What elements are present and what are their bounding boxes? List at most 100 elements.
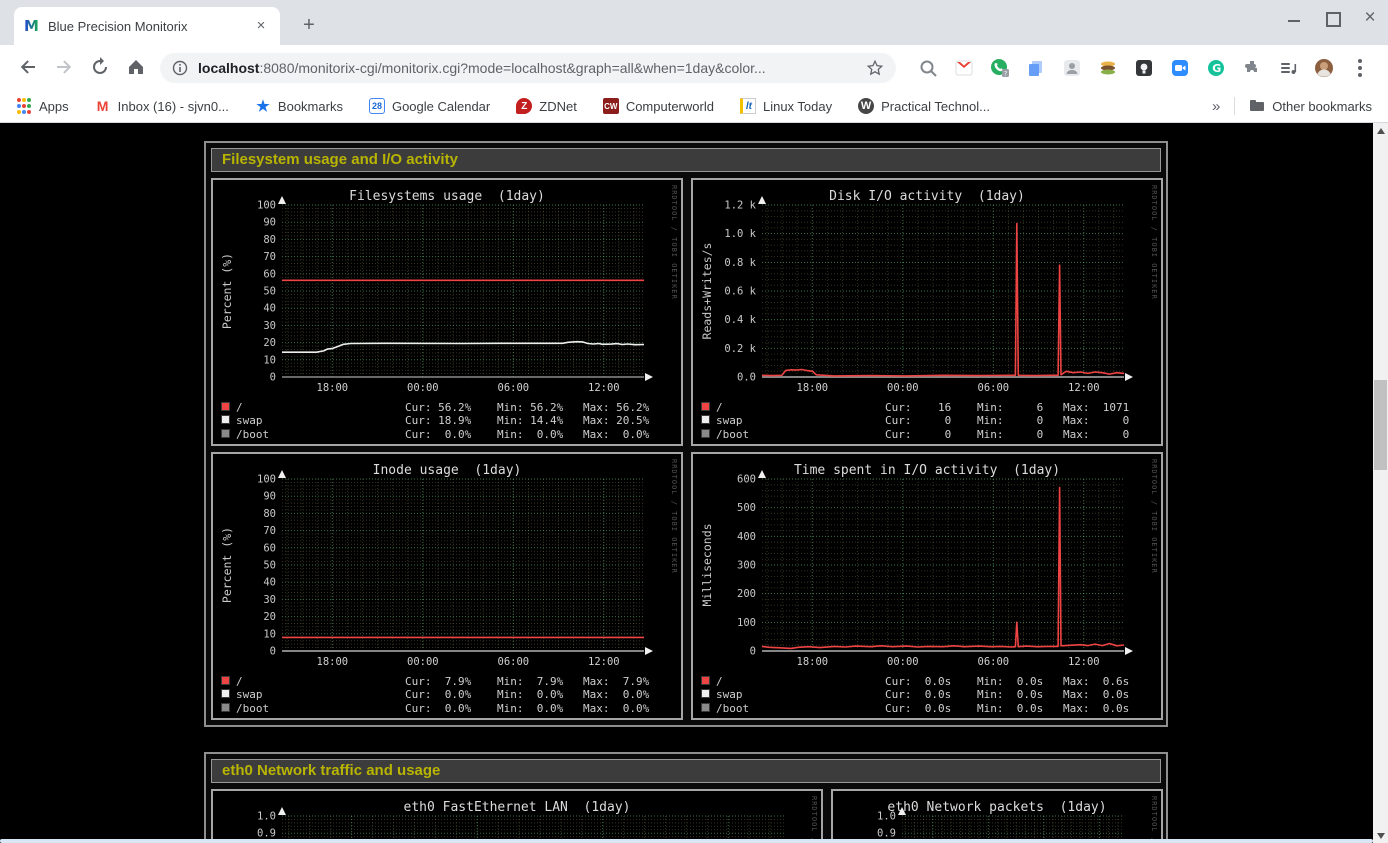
legend-name: /: [236, 401, 243, 414]
legend-name: /boot: [236, 702, 269, 715]
bookmark-item-wordpress[interactable]: WPractical Technol...: [858, 98, 990, 114]
bookmark-item-lt[interactable]: ltLinux Today: [740, 98, 832, 114]
url-text[interactable]: localhost:8080/monitorix-cgi/monitorix.c…: [198, 60, 866, 76]
legend-min: Min: 0.0%: [497, 428, 563, 441]
scrollbar-up-arrow[interactable]: [1373, 123, 1388, 138]
legend-row: /Cur: 56.2%Min: 56.2%Max: 56.2%: [213, 401, 681, 414]
legend-swatch: [701, 429, 710, 438]
svg-text:00:00: 00:00: [887, 382, 919, 394]
other-bookmarks-button[interactable]: Other bookmarks: [1249, 98, 1372, 114]
profile-avatar[interactable]: [1306, 53, 1342, 83]
bookmarks-bar: Apps MInbox (16) - sjvn0... ★Bookmarks 28 Go…: [0, 90, 1388, 123]
bookmark-item-star[interactable]: ★Bookmarks: [255, 98, 343, 114]
section-network: eth0 Network traffic and usage eth0 Fast…: [204, 752, 1168, 843]
search-extension-icon[interactable]: [910, 53, 946, 83]
copy-extension-icon[interactable]: [1018, 53, 1054, 83]
legend-max: Max: 56.2%: [583, 401, 649, 414]
reload-button[interactable]: [86, 53, 114, 81]
svg-text:70: 70: [263, 525, 276, 537]
bookmark-item-cw[interactable]: CWComputerworld: [603, 98, 714, 114]
svg-text:200: 200: [737, 588, 756, 600]
browser-tab[interactable]: M Blue Precision Monitorix ×: [14, 7, 280, 45]
extensions-row: ?G: [910, 53, 1378, 83]
graph-panel-filesystems-usage[interactable]: Filesystems usage (1day)Percent (%)01020…: [211, 178, 683, 446]
bulb-extension-icon[interactable]: [1126, 53, 1162, 83]
svg-text:0: 0: [270, 372, 276, 384]
apps-grid-icon: [16, 98, 32, 114]
legend-swatch: [221, 429, 230, 438]
bookmark-item-calendar[interactable]: 28 Google Calendar: [369, 98, 490, 114]
rrdtool-watermark: RRDTOOL / TOBI OETIKER: [1150, 796, 1158, 843]
graph-panel-disk-io-activity[interactable]: Disk I/O activity (1day)Reads+Writes/s0.…: [691, 178, 1163, 446]
legend-name: swap: [716, 414, 743, 427]
graph-panel-time-in-io[interactable]: Time spent in I/O activity (1day)Millise…: [691, 452, 1163, 720]
svg-text:100: 100: [257, 474, 276, 486]
legend-swatch: [221, 703, 230, 712]
legend-min: Min: 0.0s: [977, 688, 1043, 701]
camera-extension-icon[interactable]: [1162, 53, 1198, 83]
legend-cur: Cur: 0.0s: [885, 675, 951, 688]
svg-text:G: G: [1212, 62, 1221, 75]
svg-text:12:00: 12:00: [588, 382, 620, 394]
bookmark-item-zdnet[interactable]: ZZDNet: [516, 98, 577, 114]
window-close-button[interactable]: ×: [1362, 10, 1378, 26]
svg-text:12:00: 12:00: [588, 656, 620, 668]
scrollbar-down-arrow[interactable]: [1373, 828, 1388, 843]
graph-panel-eth0-lan[interactable]: eth0 FastEthernet LAN (1day)0.00.10.20.3…: [211, 789, 823, 843]
grammarly-extension-icon[interactable]: G: [1198, 53, 1234, 83]
svg-text:20: 20: [263, 611, 276, 623]
window-minimize-button[interactable]: [1286, 10, 1302, 26]
section-title-filesystem: Filesystem usage and I/O activity: [211, 148, 1161, 172]
svg-text:00:00: 00:00: [407, 382, 439, 394]
svg-text:600: 600: [737, 474, 756, 486]
tab-close-icon[interactable]: ×: [252, 17, 270, 35]
legend-swatch: [701, 415, 710, 424]
scrollbar-thumb[interactable]: [1374, 380, 1387, 470]
page-info-icon[interactable]: [172, 60, 188, 76]
svg-text:18:00: 18:00: [317, 382, 349, 394]
url-host: localhost: [198, 60, 259, 76]
legend-max: Max: 0: [1063, 414, 1129, 427]
rrdtool-watermark: RRDTOOL / TOBI OETIKER: [1150, 459, 1158, 574]
menu-dots-icon[interactable]: [1342, 53, 1378, 83]
address-bar[interactable]: localhost:8080/monitorix-cgi/monitorix.c…: [160, 53, 896, 83]
legend-max: Max: 7.9%: [583, 675, 649, 688]
legend-cur: Cur: 0: [885, 428, 951, 441]
legend-max: Max: 0.0s: [1063, 702, 1129, 715]
bookmarks-overflow-chevron[interactable]: »: [1212, 98, 1220, 115]
svg-text:30: 30: [263, 320, 276, 332]
legend-name: /boot: [236, 428, 269, 441]
svg-text:20: 20: [263, 337, 276, 349]
bookmark-label: Google Calendar: [392, 99, 490, 114]
bookmark-star-icon[interactable]: [866, 59, 884, 77]
google-calendar-icon: 28: [369, 98, 385, 114]
gmail-extension-icon[interactable]: [946, 53, 982, 83]
phone-extension-icon[interactable]: ?: [982, 53, 1018, 83]
graph-panel-eth0-packets[interactable]: eth0 Network packets (1day)Packets/s0.00…: [831, 789, 1163, 843]
forward-button[interactable]: [50, 53, 78, 81]
legend-cur: Cur: 0: [885, 414, 951, 427]
legend-cur: Cur: 18.9%: [405, 414, 471, 427]
bookmark-item-apps[interactable]: Apps: [16, 98, 69, 114]
home-button[interactable]: [122, 53, 150, 81]
svg-text:06:00: 06:00: [498, 382, 530, 394]
list-extension-icon[interactable]: [1270, 53, 1306, 83]
graph-panel-inode-usage[interactable]: Inode usage (1day)Percent (%)01020304050…: [211, 452, 683, 720]
legend-row: /bootCur: 0Min: 0Max: 0: [693, 428, 1161, 441]
back-button[interactable]: [14, 53, 42, 81]
person-extension-icon[interactable]: [1054, 53, 1090, 83]
svg-text:100: 100: [257, 200, 276, 212]
legend-row: /bootCur: 0.0%Min: 0.0%Max: 0.0%: [213, 702, 681, 715]
stack-extension-icon[interactable]: [1090, 53, 1126, 83]
bookmark-item-gmail[interactable]: MInbox (16) - sjvn0...: [95, 98, 229, 114]
legend-cur: Cur: 56.2%: [405, 401, 471, 414]
zdnet-icon: Z: [516, 98, 532, 114]
new-tab-button[interactable]: +: [296, 13, 322, 39]
svg-text:0.0: 0.0: [737, 372, 756, 384]
window-maximize-button[interactable]: [1324, 10, 1340, 26]
legend-swatch: [701, 703, 710, 712]
rrdtool-watermark: RRDTOOL / TOBI OETIKER: [670, 185, 678, 300]
svg-text:50: 50: [263, 560, 276, 572]
puzzle-extension-icon[interactable]: [1234, 53, 1270, 83]
page-scrollbar[interactable]: [1373, 123, 1388, 843]
